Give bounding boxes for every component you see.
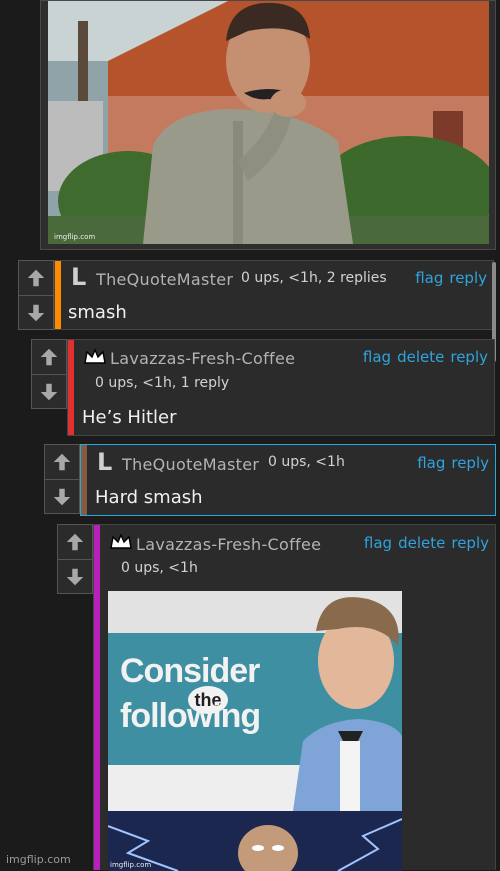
- upvote-button[interactable]: [45, 445, 79, 479]
- upvote-button[interactable]: [58, 525, 92, 559]
- crown-icon: [110, 534, 132, 549]
- meme-text-following: following: [120, 697, 261, 735]
- reply-link[interactable]: reply: [451, 454, 489, 472]
- upvote-button[interactable]: [19, 261, 53, 295]
- comment-username[interactable]: TheQuoteMaster: [122, 455, 259, 474]
- downvote-button[interactable]: [58, 559, 92, 594]
- reply-link[interactable]: reply: [451, 534, 489, 552]
- meme-watermark: imgflip.com: [110, 861, 152, 869]
- crown-icon: [84, 349, 106, 364]
- comment-username[interactable]: TheQuoteMaster: [96, 270, 233, 289]
- comment-text: smash: [68, 302, 127, 323]
- comment-meme-image[interactable]: Consider the following imgflip.com: [108, 591, 402, 871]
- comment-stripe: [55, 261, 61, 329]
- delete-link[interactable]: delete: [397, 348, 444, 366]
- downvote-button[interactable]: [45, 479, 79, 514]
- comment: Lavazzas-Fresh-Coffee flag delete reply 0 …: [93, 524, 496, 871]
- flag-link[interactable]: flag: [415, 269, 443, 287]
- comment-meta: 0 ups, <1h, 1 reply: [95, 375, 230, 391]
- comment-stripe: [81, 445, 87, 515]
- site-watermark: imgflip.com: [6, 853, 71, 866]
- comment-actions: flag delete reply: [357, 348, 488, 366]
- arrow-down-icon: [27, 304, 45, 322]
- comment: L TheQuoteMaster 0 ups, <1h, 2 replies f…: [54, 260, 494, 330]
- arrow-up-icon: [27, 269, 45, 287]
- comment-highlighted: L TheQuoteMaster 0 ups, <1h flag reply Ha…: [80, 444, 496, 516]
- arrow-up-icon: [40, 348, 58, 366]
- comment-meta: 0 ups, <1h, 2 replies: [241, 270, 387, 286]
- arrow-up-icon: [66, 533, 84, 551]
- flag-link[interactable]: flag: [417, 454, 445, 472]
- rank-l-icon: L: [71, 263, 87, 291]
- arrow-down-icon: [66, 568, 84, 586]
- arrow-down-icon: [53, 488, 71, 506]
- comment-actions: flag reply: [411, 454, 489, 472]
- top-meme-image[interactable]: imgflip.com: [40, 0, 496, 250]
- top-image-watermark: imgflip.com: [54, 233, 96, 241]
- meme-text-consider: Consider: [120, 652, 260, 690]
- comment-text: He’s Hitler: [82, 407, 177, 428]
- comment-meta: 0 ups, <1h: [268, 454, 345, 470]
- vote-box: [31, 339, 67, 409]
- comment-meta: 0 ups, <1h: [121, 560, 198, 576]
- arrow-down-icon: [40, 383, 58, 401]
- downvote-button[interactable]: [19, 295, 53, 330]
- downvote-button[interactable]: [32, 374, 66, 409]
- comment-actions: flag delete reply: [358, 534, 489, 552]
- vote-box: [18, 260, 54, 330]
- comment-text: Hard smash: [95, 487, 203, 508]
- comment-username[interactable]: Lavazzas-Fresh-Coffee: [136, 535, 321, 554]
- comment-stripe: [94, 525, 100, 870]
- reply-link[interactable]: reply: [449, 269, 487, 287]
- arrow-up-icon: [53, 453, 71, 471]
- top-meme-scene: imgflip.com: [48, 1, 489, 244]
- reply-link[interactable]: reply: [450, 348, 488, 366]
- delete-link[interactable]: delete: [398, 534, 445, 552]
- comment-username[interactable]: Lavazzas-Fresh-Coffee: [110, 349, 295, 368]
- upvote-button[interactable]: [32, 340, 66, 374]
- rank-l-icon: L: [97, 448, 113, 476]
- comment-stripe: [68, 340, 74, 435]
- vote-box: [44, 444, 80, 514]
- comment: Lavazzas-Fresh-Coffee flag delete reply 0 …: [67, 339, 495, 436]
- flag-link[interactable]: flag: [363, 348, 391, 366]
- vote-box: [57, 524, 93, 594]
- comment-actions: flag reply: [409, 269, 487, 287]
- flag-link[interactable]: flag: [364, 534, 392, 552]
